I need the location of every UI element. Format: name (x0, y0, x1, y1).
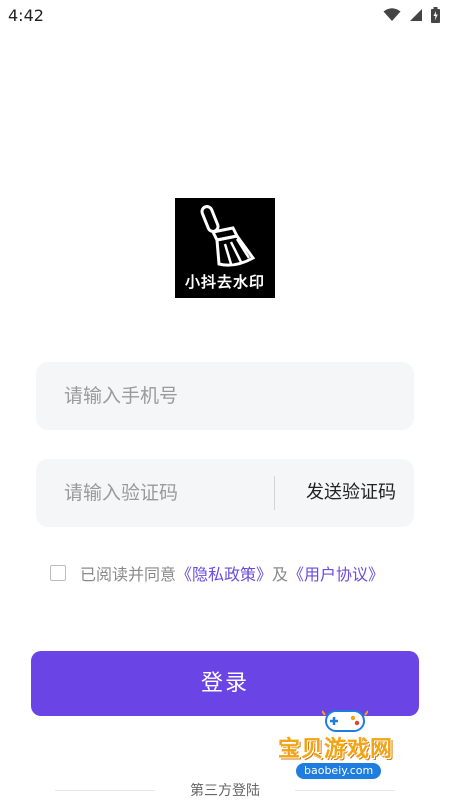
verification-code-input[interactable] (64, 459, 274, 527)
status-icons (383, 7, 440, 23)
agreement-prefix: 已阅读并同意 (80, 565, 177, 584)
code-divider (274, 476, 275, 510)
watermark: 宝贝游戏网 baobeiy.com (270, 703, 420, 788)
wifi-icon (383, 8, 401, 21)
brush-icon (200, 205, 256, 267)
agreement-row: 已阅读并同意 《隐私政策》 及 《用户协议》 (50, 562, 384, 584)
verification-code-field[interactable]: 发送验证码 (36, 459, 414, 527)
battery-icon (431, 7, 440, 23)
watermark-title: 宝贝游戏网 (278, 737, 394, 762)
phone-field[interactable] (36, 362, 414, 430)
signal-icon (410, 9, 422, 21)
watermark-url: baobeiy.com (296, 763, 382, 779)
agreement-checkbox[interactable] (50, 565, 66, 581)
logo-text: 小抖去水印 (184, 273, 265, 291)
user-agreement-link[interactable]: 《用户协议》 (288, 561, 384, 585)
status-bar: 4:42 (0, 0, 450, 32)
status-time: 4:42 (8, 6, 44, 25)
send-code-button[interactable]: 发送验证码 (296, 459, 406, 527)
phone-input[interactable] (64, 362, 394, 430)
privacy-policy-link[interactable]: 《隐私政策》 (176, 561, 272, 585)
app-logo: 小抖去水印 (175, 198, 275, 298)
login-screen: 4:42 小抖去水印 发 (0, 0, 450, 800)
agreement-joiner: 及 (272, 565, 289, 584)
